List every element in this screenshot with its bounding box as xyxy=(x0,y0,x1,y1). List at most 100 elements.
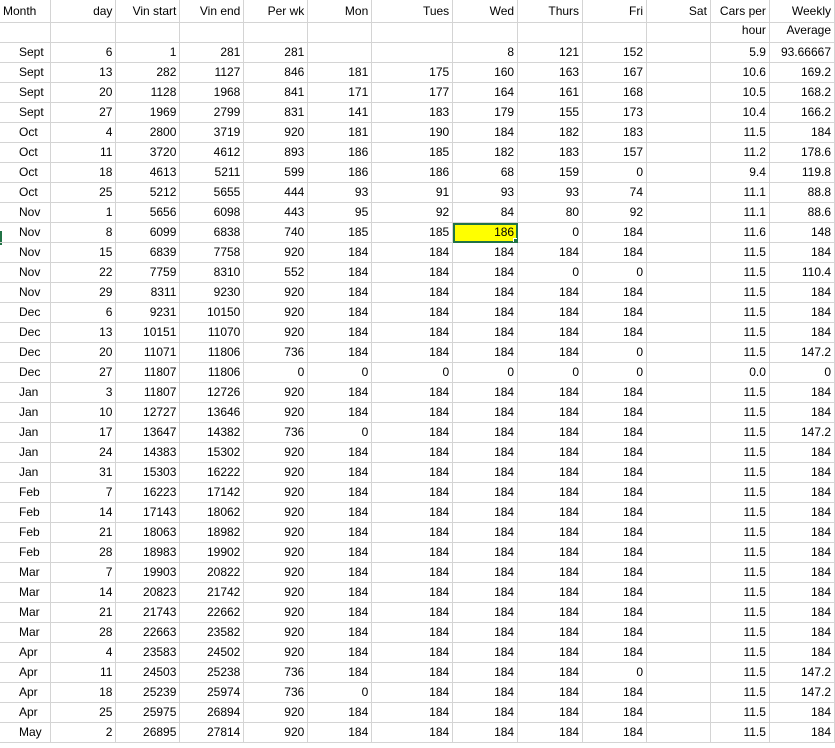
cell-fri[interactable]: 0 xyxy=(582,662,647,683)
cell-vin-end[interactable]: 19902 xyxy=(179,542,245,563)
cell-mon[interactable]: 171 xyxy=(307,82,373,103)
cell-day[interactable]: 11 xyxy=(50,142,117,163)
cell-vin-end[interactable]: 25238 xyxy=(179,662,245,683)
cell-tues[interactable]: 184 xyxy=(371,302,454,323)
cell-sat[interactable] xyxy=(646,402,711,423)
cell-vin-start[interactable]: 13647 xyxy=(115,422,181,443)
cell-mon[interactable]: 184 xyxy=(307,282,373,303)
cell-day[interactable]: 6 xyxy=(50,302,117,323)
cell-wed[interactable]: 8 xyxy=(452,42,519,63)
cell-tues[interactable]: 184 xyxy=(371,522,454,543)
cell-fri[interactable]: 184 xyxy=(582,462,647,483)
cell-vin-start[interactable]: 3720 xyxy=(115,142,181,163)
cell-cars-per-hour[interactable]: 11.5 xyxy=(710,322,770,343)
cell-month[interactable]: Feb xyxy=(0,542,52,563)
header-cell-vin-end[interactable]: Vin end xyxy=(179,0,245,23)
cell-sat[interactable] xyxy=(646,262,711,283)
cell-weekly-average[interactable]: 184 xyxy=(769,122,835,143)
cell-wed[interactable]: 184 xyxy=(452,642,519,663)
cell-vin-end[interactable]: 13646 xyxy=(179,402,245,423)
cell-month[interactable]: Mar xyxy=(0,622,52,643)
cell-weekly-average[interactable]: 88.6 xyxy=(769,202,835,223)
cell-weekly-average[interactable]: 169.2 xyxy=(769,62,835,83)
cell-cars-per-hour[interactable]: 9.4 xyxy=(710,162,770,183)
cell-wed[interactable]: 68 xyxy=(452,162,519,183)
cell-tues[interactable]: 177 xyxy=(371,82,454,103)
cell-vin-start[interactable]: 5212 xyxy=(115,182,181,203)
cell-sat[interactable] xyxy=(646,622,711,643)
cell-mon[interactable]: 184 xyxy=(307,562,373,583)
cell-tues[interactable]: 0 xyxy=(371,362,454,383)
cell-wed[interactable]: 184 xyxy=(452,622,519,643)
cell-wed[interactable]: 184 xyxy=(452,682,519,703)
cell-weekly-average[interactable]: 184 xyxy=(769,282,835,303)
cell-weekly-average[interactable]: 166.2 xyxy=(769,102,835,123)
cell-sat[interactable] xyxy=(646,422,711,443)
cell-thurs[interactable]: 121 xyxy=(517,42,584,63)
cell-day[interactable]: 22 xyxy=(50,262,117,283)
cell-sat[interactable] xyxy=(646,62,711,83)
cell-cars-per-hour[interactable]: 11.5 xyxy=(710,682,770,703)
cell-cars-per-hour[interactable]: 11.5 xyxy=(710,442,770,463)
cell-month[interactable]: Oct xyxy=(0,142,52,163)
cell-sat[interactable] xyxy=(646,42,711,63)
header-cell-thurs[interactable]: Thurs xyxy=(517,0,584,23)
cell-day[interactable]: 1 xyxy=(50,202,117,223)
cell-vin-end[interactable]: 11806 xyxy=(179,342,245,363)
cell-fri[interactable]: 184 xyxy=(582,582,647,603)
cell-per-wk[interactable]: 920 xyxy=(243,282,309,303)
cell-sat[interactable] xyxy=(646,662,711,683)
cell-cars-per-hour[interactable]: 11.5 xyxy=(710,562,770,583)
cell-mon[interactable]: 184 xyxy=(307,542,373,563)
cell-weekly-average[interactable]: 184 xyxy=(769,402,835,423)
cell-mon[interactable]: 184 xyxy=(307,602,373,623)
cell-fri[interactable]: 92 xyxy=(582,202,647,223)
cell-sat[interactable] xyxy=(646,282,711,303)
cell-weekly-average[interactable]: 93.66667 xyxy=(769,42,835,63)
cell-cars-per-hour[interactable]: 11.5 xyxy=(710,622,770,643)
cell-thurs[interactable]: 184 xyxy=(517,722,584,743)
cell-thurs[interactable]: 183 xyxy=(517,142,584,163)
cell-weekly-average[interactable]: 110.4 xyxy=(769,262,835,283)
cell-vin-start[interactable]: 1969 xyxy=(115,102,181,123)
cell-tues[interactable] xyxy=(371,42,454,63)
cell-month[interactable]: Jan xyxy=(0,402,52,423)
cell-mon[interactable]: 184 xyxy=(307,622,373,643)
cell-vin-start[interactable]: 11071 xyxy=(115,342,181,363)
cell-thurs[interactable]: 184 xyxy=(517,542,584,563)
cell-fri[interactable]: 184 xyxy=(582,402,647,423)
cell-sat[interactable] xyxy=(646,562,711,583)
cell-tues[interactable]: 184 xyxy=(371,282,454,303)
cell-sat[interactable] xyxy=(646,502,711,523)
cell-wed[interactable]: 184 xyxy=(452,382,519,403)
cell-tues[interactable]: 190 xyxy=(371,122,454,143)
cell-sat[interactable] xyxy=(646,322,711,343)
cell-month[interactable]: Mar xyxy=(0,562,52,583)
cell-wed[interactable]: 184 xyxy=(452,562,519,583)
header-cell-vin-start[interactable] xyxy=(115,22,181,43)
cell-day[interactable]: 2 xyxy=(50,722,117,743)
cell-day[interactable]: 29 xyxy=(50,282,117,303)
cell-wed[interactable]: 184 xyxy=(452,262,519,283)
cell-vin-end[interactable]: 4612 xyxy=(179,142,245,163)
cell-weekly-average[interactable]: 147.2 xyxy=(769,682,835,703)
cell-tues[interactable]: 184 xyxy=(371,382,454,403)
cell-cars-per-hour[interactable]: 10.5 xyxy=(710,82,770,103)
cell-mon[interactable]: 184 xyxy=(307,322,373,343)
cell-per-wk[interactable]: 736 xyxy=(243,422,309,443)
cell-thurs[interactable]: 184 xyxy=(517,502,584,523)
cell-fri[interactable]: 167 xyxy=(582,62,647,83)
cell-month[interactable]: Apr xyxy=(0,682,52,703)
cell-cars-per-hour[interactable]: 11.5 xyxy=(710,302,770,323)
cell-vin-end[interactable]: 281 xyxy=(179,42,245,63)
cell-mon[interactable] xyxy=(307,42,373,63)
cell-vin-end[interactable]: 26894 xyxy=(179,702,245,723)
cell-thurs[interactable]: 184 xyxy=(517,282,584,303)
cell-wed[interactable]: 179 xyxy=(452,102,519,123)
cell-fri[interactable]: 184 xyxy=(582,422,647,443)
cell-vin-start[interactable]: 25975 xyxy=(115,702,181,723)
cell-per-wk[interactable]: 920 xyxy=(243,522,309,543)
cell-mon[interactable]: 184 xyxy=(307,722,373,743)
selected-cell[interactable]: 186 xyxy=(452,222,519,243)
header-cell-thurs[interactable] xyxy=(517,22,584,43)
